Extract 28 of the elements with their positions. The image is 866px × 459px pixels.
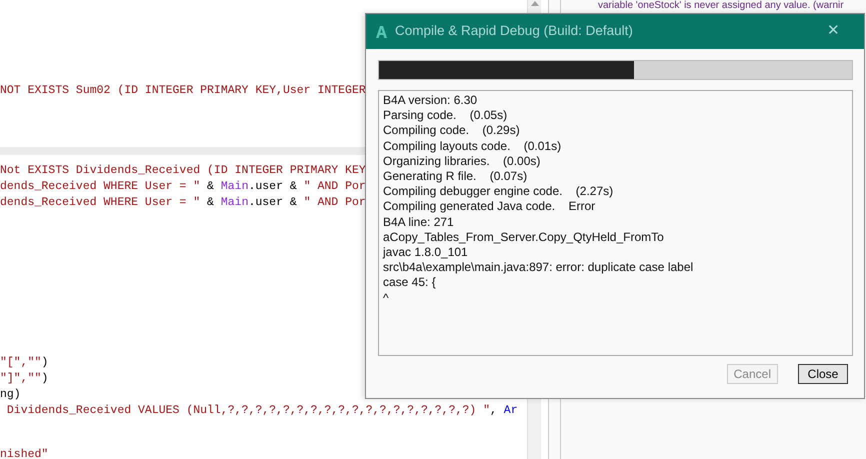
code-line: dends_Received WHERE User = " & Main.user & " AND Por (0, 195, 366, 211)
close-button[interactable]: ✕ (823, 20, 844, 43)
code-line: "[","") (0, 355, 48, 371)
log-line: case 45: { (383, 275, 437, 291)
log-line: Compiling generated Java code. Error (383, 199, 596, 215)
log-line: ^ (383, 290, 390, 306)
code-line: "]","") (0, 371, 48, 387)
log-line: B4A version: 6.30 (383, 93, 478, 108)
log-line: Organizing libraries. (0.00s) (383, 154, 542, 170)
code-line: NOT EXISTS Sum02 (ID INTEGER PRIMARY KEY,User INTEGER (0, 83, 366, 99)
code-line: nished" (0, 447, 48, 459)
code-line: Dividends_Received VALUES (Null,?,?,?,?,?,?,?,?,?,?,?,?,?,?,?,?,?,?) ", Ar (6, 403, 518, 419)
warning-message: variable 'oneStock' is never assigned any value. (warnir (598, 0, 844, 12)
log-line: Generating R file. (0.07s) (383, 169, 528, 184)
code-line: ng) (0, 387, 21, 403)
close-button[interactable]: Close (798, 364, 848, 384)
app-logo-icon (376, 26, 387, 38)
log-line: Compiling code. (0.29s) (383, 123, 521, 139)
log-line: aCopy_Tables_From_Server.Copy_QtyHeld_FromTo (383, 230, 665, 246)
log-line: src\b4a\example\main.java:897: error: duplicate case label (383, 260, 694, 276)
code-line: dends_Received WHERE User = " & Main.user & " AND Por (0, 179, 366, 195)
window-title: Compile & Rapid Debug (Build: Default) (395, 22, 633, 40)
log-line: javac 1.8.0_101 (383, 245, 469, 260)
code-line: Not EXISTS Dividends_Received (ID INTEGER PRIMARY KEY (0, 163, 366, 179)
log-line: Compiling debugger engine code. (2.27s) (383, 184, 614, 200)
log-line: Parsing code. (0.05s) (383, 108, 508, 124)
log-line: B4A line: 271 (383, 214, 455, 230)
log-line: Compiling layouts code. (0.01s) (383, 138, 562, 154)
